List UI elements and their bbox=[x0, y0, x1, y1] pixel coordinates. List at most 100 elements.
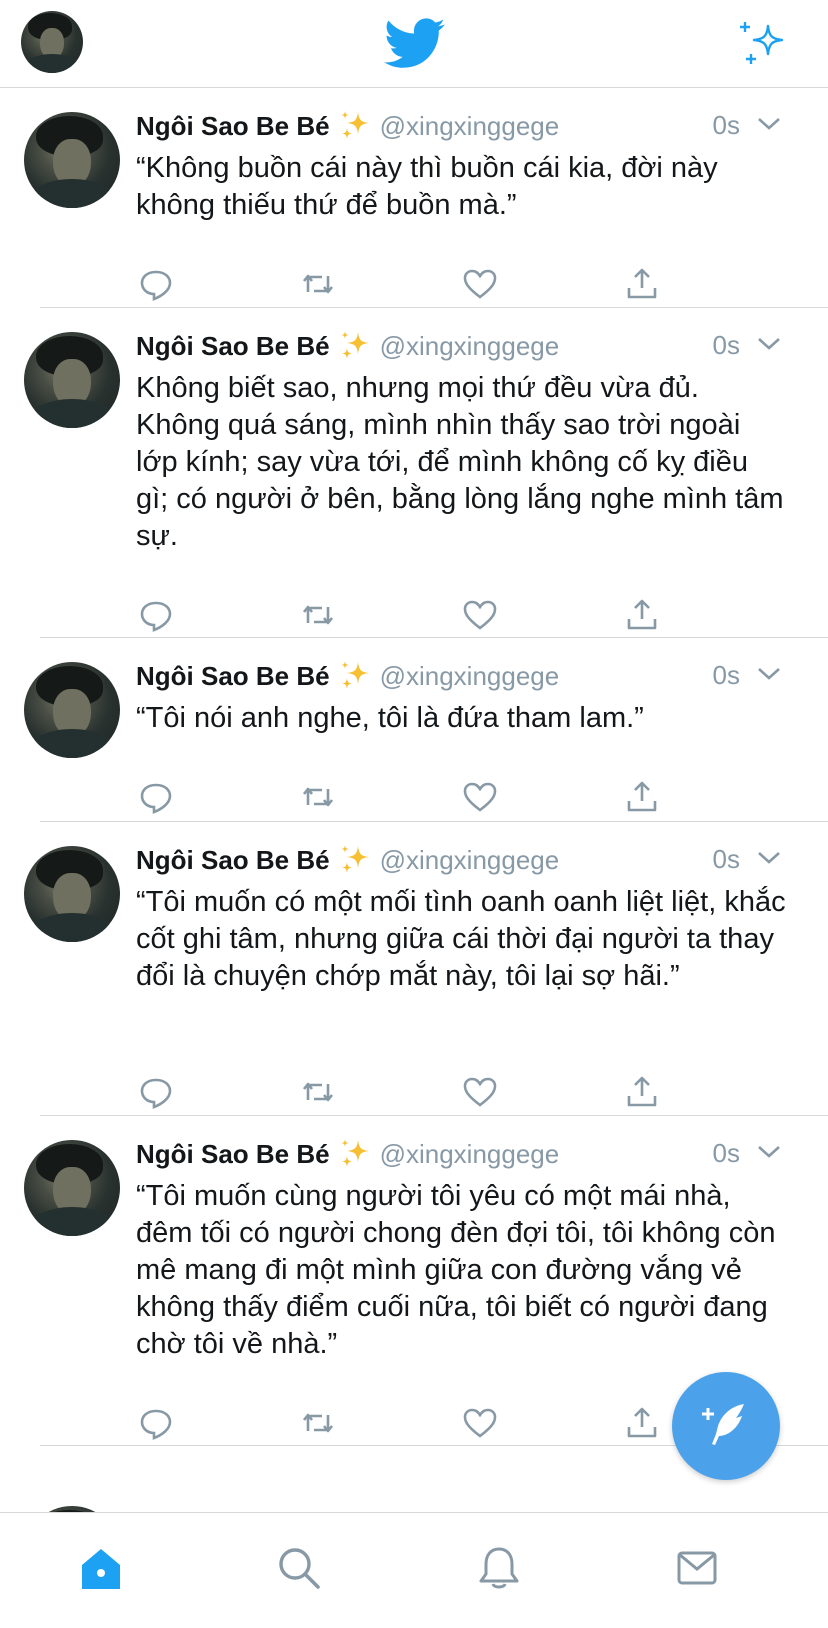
tweet-card[interactable]: Ngôi Sao Be Bé @xingxinggege 0s “Tôi nói… bbox=[24, 638, 828, 822]
sparkles-emoji bbox=[340, 1139, 369, 1167]
retweet-button[interactable] bbox=[298, 777, 338, 817]
tweet-header: Ngôi Sao Be Bé @xingxinggege 0s bbox=[136, 844, 796, 884]
like-button[interactable] bbox=[460, 264, 500, 304]
like-button[interactable] bbox=[460, 777, 500, 817]
retweet-button[interactable] bbox=[298, 1403, 338, 1443]
retweet-icon bbox=[302, 605, 334, 625]
like-icon bbox=[463, 782, 497, 812]
tweet-actions bbox=[136, 1403, 696, 1443]
tab-notifications[interactable] bbox=[474, 1543, 524, 1593]
tweet-card[interactable]: Ngôi Sao Be Bé @xingxinggege 0s “Tôi muố… bbox=[24, 822, 828, 1116]
retweet-button[interactable] bbox=[298, 595, 338, 635]
tab-messages[interactable] bbox=[672, 1543, 722, 1593]
share-icon bbox=[627, 1076, 657, 1107]
tab-search[interactable] bbox=[274, 1543, 324, 1593]
chevron-down-icon[interactable] bbox=[756, 116, 782, 132]
sparkle-icon[interactable] bbox=[738, 18, 788, 68]
timeline-feed: Ngôi Sao Be Bé @xingxinggege 0s “Không b… bbox=[0, 88, 828, 1446]
share-button[interactable] bbox=[622, 264, 662, 304]
tweet-text: “Tôi muốn cùng người tôi yêu có một mái … bbox=[136, 1180, 776, 1360]
like-button[interactable] bbox=[460, 1072, 500, 1112]
search-icon bbox=[279, 1548, 320, 1589]
share-icon bbox=[627, 268, 657, 299]
display-name[interactable]: Ngôi Sao Be Bé bbox=[136, 111, 330, 141]
display-name[interactable]: Ngôi Sao Be Bé bbox=[136, 845, 330, 875]
compose-tweet-button[interactable] bbox=[672, 1372, 780, 1480]
retweet-button[interactable] bbox=[298, 1072, 338, 1112]
share-button[interactable] bbox=[622, 595, 662, 635]
tweet-actions bbox=[136, 264, 696, 304]
tweet-text: Không biết sao, nhưng mọi thứ đều vừa đủ… bbox=[136, 372, 784, 552]
user-handle[interactable]: @xingxinggege bbox=[380, 1139, 560, 1169]
chevron-down-icon[interactable] bbox=[756, 666, 782, 682]
tweet-card[interactable]: Ngôi Sao Be Bé @xingxinggege 0s “Không b… bbox=[24, 88, 828, 308]
tweet-text: “Không buồn cái này thì buồn cái kia, đờ… bbox=[136, 152, 718, 221]
avatar[interactable] bbox=[24, 1140, 120, 1236]
reply-icon bbox=[140, 270, 172, 301]
tweet-actions bbox=[136, 595, 696, 635]
avatar[interactable] bbox=[24, 112, 120, 208]
retweet-icon bbox=[302, 1082, 334, 1102]
retweet-icon bbox=[302, 1413, 334, 1433]
tweet-header: Ngôi Sao Be Bé @xingxinggege 0s bbox=[136, 1138, 796, 1178]
twitter-bird-icon bbox=[384, 18, 445, 68]
avatar[interactable] bbox=[24, 846, 120, 942]
tweet-actions bbox=[136, 1072, 696, 1112]
top-bar bbox=[0, 0, 828, 88]
share-button[interactable] bbox=[622, 777, 662, 817]
share-icon bbox=[627, 1407, 657, 1438]
bottom-tab-bar bbox=[0, 1512, 828, 1628]
tweet-actions bbox=[136, 777, 696, 817]
tweet-timestamp: 0s bbox=[712, 844, 740, 874]
home-icon bbox=[82, 1549, 120, 1589]
user-handle[interactable]: @xingxinggege bbox=[380, 661, 560, 691]
like-icon bbox=[463, 1077, 497, 1107]
share-icon bbox=[627, 599, 657, 630]
like-icon bbox=[463, 269, 497, 299]
display-name[interactable]: Ngôi Sao Be Bé bbox=[136, 1139, 330, 1169]
retweet-icon bbox=[302, 274, 334, 294]
chevron-down-icon[interactable] bbox=[756, 336, 782, 352]
compose-feather-icon bbox=[702, 1404, 744, 1445]
reply-button[interactable] bbox=[136, 264, 176, 304]
display-name[interactable]: Ngôi Sao Be Bé bbox=[136, 331, 330, 361]
chevron-down-icon[interactable] bbox=[756, 850, 782, 866]
share-button[interactable] bbox=[622, 1072, 662, 1112]
tweet-header: Ngôi Sao Be Bé @xingxinggege 0s bbox=[136, 660, 796, 700]
reply-button[interactable] bbox=[136, 595, 176, 635]
tweet-header: Ngôi Sao Be Bé @xingxinggege 0s bbox=[136, 110, 796, 150]
tweet-timestamp: 0s bbox=[712, 660, 740, 690]
reply-icon bbox=[140, 1078, 172, 1109]
retweet-icon bbox=[302, 787, 334, 807]
like-icon bbox=[463, 600, 497, 630]
display-name[interactable]: Ngôi Sao Be Bé bbox=[136, 661, 330, 691]
bell-icon bbox=[479, 1547, 519, 1589]
sparkles-emoji bbox=[340, 845, 369, 873]
sparkles-emoji bbox=[340, 331, 369, 359]
reply-button[interactable] bbox=[136, 1403, 176, 1443]
tweet-text: “Tôi muốn có một mối tình oanh oanh liệt… bbox=[136, 886, 786, 992]
tweet-card[interactable]: Ngôi Sao Be Bé @xingxinggege 0s Không bi… bbox=[24, 308, 828, 638]
sparkles-emoji bbox=[340, 661, 369, 689]
reply-button[interactable] bbox=[136, 1072, 176, 1112]
share-icon bbox=[627, 781, 657, 812]
tweet-timestamp: 0s bbox=[712, 330, 740, 360]
share-button[interactable] bbox=[622, 1403, 662, 1443]
user-handle[interactable]: @xingxinggege bbox=[380, 111, 560, 141]
user-handle[interactable]: @xingxinggege bbox=[380, 845, 560, 875]
sparkles-emoji bbox=[340, 111, 369, 139]
like-button[interactable] bbox=[460, 1403, 500, 1443]
tab-home[interactable] bbox=[76, 1543, 126, 1593]
retweet-button[interactable] bbox=[298, 264, 338, 304]
tweet-header: Ngôi Sao Be Bé @xingxinggege 0s bbox=[136, 330, 796, 370]
user-handle[interactable]: @xingxinggege bbox=[380, 331, 560, 361]
reply-icon bbox=[140, 1409, 172, 1440]
profile-avatar[interactable] bbox=[21, 11, 83, 73]
mail-icon bbox=[677, 1551, 717, 1585]
avatar[interactable] bbox=[24, 662, 120, 758]
like-button[interactable] bbox=[460, 595, 500, 635]
avatar[interactable] bbox=[24, 332, 120, 428]
chevron-down-icon[interactable] bbox=[756, 1144, 782, 1160]
reply-icon bbox=[140, 601, 172, 632]
reply-button[interactable] bbox=[136, 777, 176, 817]
